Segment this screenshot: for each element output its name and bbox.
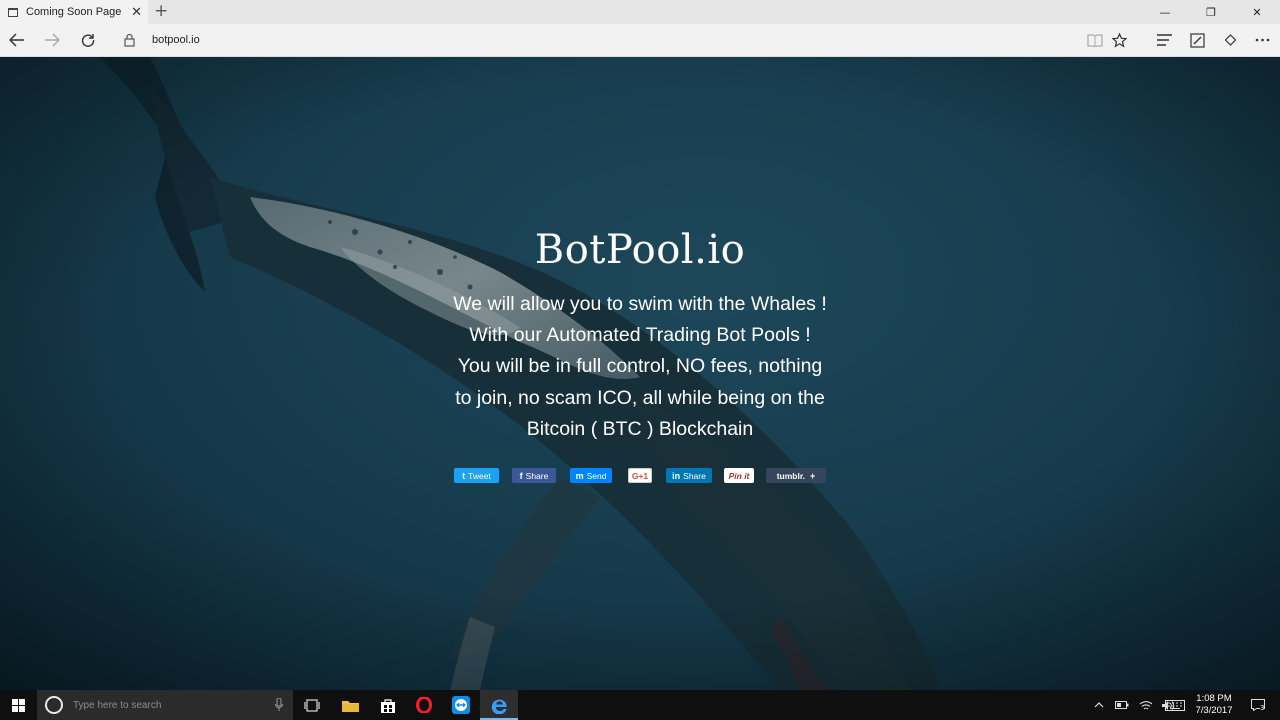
tagline-line: Bitcoin ( BTC ) Blockchain <box>526 417 754 440</box>
more-dots-icon <box>1255 38 1269 42</box>
show-hidden-icons-button[interactable] <box>1090 697 1108 713</box>
tumblr-icon: tumblr. <box>776 470 806 481</box>
close-window-button[interactable]: ✕ <box>1234 0 1280 24</box>
clock-date: 7/3/2017 <box>1195 705 1233 716</box>
messenger-icon: m <box>575 470 584 481</box>
url-field[interactable]: botpool.io <box>152 34 200 46</box>
google-plus-button[interactable]: G+1 <box>628 468 652 483</box>
hub-button[interactable] <box>1154 30 1174 50</box>
start-button[interactable] <box>0 690 36 720</box>
cortana-icon <box>45 696 63 714</box>
browser-tab[interactable]: Coming Soon Page ✕ <box>0 0 148 24</box>
pen-note-icon <box>1189 32 1205 48</box>
twitter-icon: t <box>462 470 466 481</box>
folder-icon <box>341 700 359 712</box>
tagline-line: You will be in full control, NO fees, no… <box>457 355 823 378</box>
more-button[interactable] <box>1252 30 1272 50</box>
facebook-icon: f <box>519 470 523 481</box>
tab-title: Coming Soon Page <box>26 6 122 18</box>
linkedin-share-button[interactable]: in Share <box>666 468 712 483</box>
page-title: BotPool.io <box>534 227 746 273</box>
edge-icon <box>491 699 506 714</box>
refresh-icon <box>81 34 95 47</box>
share-button[interactable] <box>1220 30 1240 50</box>
address-bar: botpool.io <box>0 24 1280 57</box>
linkedin-icon: in <box>672 470 681 481</box>
task-view-icon <box>304 698 320 712</box>
google-plus-icon: G+1 <box>631 470 649 481</box>
store-bag-icon <box>381 698 395 713</box>
facebook-share-button[interactable]: f Share <box>512 468 556 483</box>
tumblr-button[interactable]: tumblr. + <box>766 468 826 483</box>
minimize-button[interactable]: — <box>1142 0 1188 24</box>
web-note-button[interactable] <box>1187 30 1207 50</box>
edge-browser-button[interactable] <box>480 690 518 720</box>
share-icon <box>1224 33 1236 46</box>
back-button[interactable] <box>7 30 27 50</box>
window-controls: — ❐ ✕ <box>1142 0 1280 24</box>
messenger-send-button[interactable]: m Send <box>570 468 612 483</box>
task-view-button[interactable] <box>293 690 331 720</box>
pinterest-button[interactable]: Pin it <box>724 468 754 483</box>
windows-logo-icon <box>11 698 25 712</box>
page-icon <box>8 7 18 17</box>
tagline: We will allow you to swim with the Whale… <box>440 289 840 445</box>
opera-browser-button[interactable] <box>405 690 443 720</box>
taskbar-search-box[interactable]: Type here to search <box>37 690 293 720</box>
store-button[interactable] <box>369 690 407 720</box>
back-arrow-icon <box>9 33 24 47</box>
pinterest-icon: Pin it <box>728 470 750 481</box>
taskbar-clock[interactable]: 1:08 PM 7/3/2017 <box>1186 693 1242 717</box>
wifi-tray-button[interactable] <box>1137 697 1155 713</box>
hub-icon <box>1156 34 1172 46</box>
book-icon <box>1087 33 1103 47</box>
maximize-button[interactable]: ❐ <box>1188 0 1234 24</box>
tagline-line: With our Automated Trading Bot Pools ! <box>469 324 811 347</box>
keyboard-icon <box>1165 699 1185 711</box>
action-center-button[interactable]: 3 <box>1248 697 1268 713</box>
battery-tray-button[interactable] <box>1113 697 1131 713</box>
favorite-button[interactable] <box>1109 30 1129 50</box>
microphone-icon[interactable] <box>275 698 283 711</box>
tweet-button[interactable]: t Tweet <box>454 468 499 483</box>
wifi-icon <box>1139 700 1153 709</box>
battery-icon <box>1115 701 1129 709</box>
lock-icon <box>124 32 135 51</box>
windows-taskbar: Type here to search 1:08 PM 7/3/2017 3 <box>0 690 1280 720</box>
forward-arrow-icon <box>45 33 60 47</box>
star-icon <box>1111 32 1127 48</box>
plus-icon: + <box>810 470 816 481</box>
forward-button[interactable] <box>42 30 62 50</box>
notification-count: 3 <box>1260 704 1265 712</box>
tab-close-icon[interactable]: ✕ <box>131 4 142 20</box>
teamviewer-icon <box>452 696 470 714</box>
opera-icon <box>416 697 432 713</box>
tagline-line: to join, no scam ICO, all while being on… <box>455 386 825 409</box>
tagline-line: We will allow you to swim with the Whale… <box>453 293 827 315</box>
web-page: BotPool.io We will allow you to swim wit… <box>0 57 1280 690</box>
new-tab-button[interactable]: + <box>154 1 168 21</box>
chevron-up-icon <box>1094 702 1104 708</box>
clock-time: 1:08 PM <box>1196 693 1232 704</box>
teamviewer-button[interactable] <box>442 690 480 720</box>
reading-view-button[interactable] <box>1085 30 1105 50</box>
file-explorer-button[interactable] <box>331 690 369 720</box>
touch-keyboard-button[interactable] <box>1163 697 1187 713</box>
browser-tab-strip: Coming Soon Page ✕ + — ❐ ✕ <box>0 0 1280 24</box>
search-placeholder: Type here to search <box>73 699 162 711</box>
refresh-button[interactable] <box>78 30 98 50</box>
